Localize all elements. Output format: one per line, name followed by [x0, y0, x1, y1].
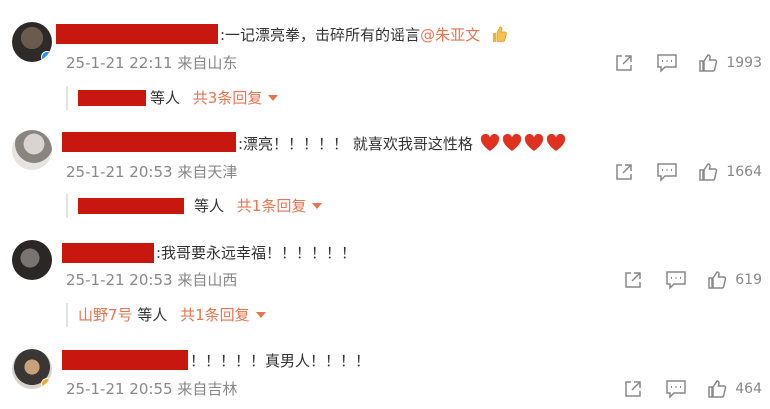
comment-actions: 1993: [614, 52, 762, 74]
comment-meta: 25-1-21 20:53 来自山西: [66, 270, 237, 290]
avatar[interactable]: [12, 240, 52, 280]
share-icon: [616, 164, 633, 180]
like-count: 1664: [726, 164, 762, 180]
location: 来自山东: [177, 54, 238, 72]
heart-icon: [480, 134, 499, 151]
reply-count: 共3条回复: [192, 89, 263, 107]
reply-suffix: 等人: [194, 197, 225, 215]
comment-text: :漂亮！！！！！ 就喜欢我哥这性格: [238, 134, 566, 154]
like-icon: [708, 271, 727, 289]
like-count: 464: [735, 381, 762, 397]
timestamp: 25-1-21 20:55: [66, 380, 173, 398]
reply-suffix: 等人: [137, 306, 168, 324]
like-button[interactable]: 1664: [698, 162, 762, 182]
comment-meta: 25-1-21 20:53 来自天津: [66, 162, 237, 182]
reply-button[interactable]: [665, 379, 687, 399]
share-icon: [616, 55, 633, 71]
view-replies-link[interactable]: 共3条回复: [193, 89, 279, 107]
location: 来自山西: [177, 271, 238, 289]
like-button[interactable]: 1993: [698, 53, 762, 73]
comment-actions: 464: [623, 378, 762, 400]
redacted-username[interactable]: [56, 24, 218, 44]
heart-icon: [546, 134, 565, 151]
share-icon: [625, 381, 642, 397]
comment-body: :一记漂亮拳，击碎所有的谣言: [220, 26, 421, 44]
share-button[interactable]: [614, 162, 634, 182]
location: 来自吉林: [177, 380, 238, 398]
redacted-username[interactable]: [62, 243, 154, 263]
redacted-username: [78, 198, 184, 214]
heart-icon: [524, 134, 543, 151]
comment-body: :漂亮！！！！！ 就喜欢我哥这性格: [238, 135, 473, 153]
reply-suffix: 等人: [150, 89, 181, 107]
chevron-down-icon: [312, 203, 323, 209]
like-count: 619: [735, 272, 762, 288]
comment-actions: 1664: [614, 161, 762, 183]
chevron-down-icon: [268, 95, 279, 101]
like-icon: [708, 380, 727, 398]
redacted-username[interactable]: [62, 132, 236, 152]
location: 来自天津: [177, 163, 238, 181]
comment-text: ！！！！！真男人！！！！: [190, 351, 370, 371]
redacted-username: [78, 90, 146, 106]
reply-button[interactable]: [665, 270, 687, 290]
verified-badge-icon: [41, 378, 52, 389]
comment-icon: [666, 380, 687, 399]
comment-text: :我哥要永远幸福！！！！！！: [156, 243, 356, 263]
timestamp: 25-1-21 20:53: [66, 271, 173, 289]
share-button[interactable]: [623, 379, 643, 399]
comment-icon: [666, 271, 687, 290]
share-button[interactable]: [614, 53, 634, 73]
mention-link[interactable]: @朱亚文: [420, 26, 480, 44]
comment-meta: 25-1-21 20:55 来自吉林: [66, 379, 237, 399]
reply-count: 共1条回复: [236, 197, 307, 215]
reply-summary[interactable]: 等人 共1条回复: [66, 194, 323, 218]
share-icon: [625, 272, 642, 288]
like-count: 1993: [726, 55, 762, 71]
heart-icon: [502, 134, 521, 151]
chevron-down-icon: [255, 312, 266, 318]
view-replies-link[interactable]: 共1条回复: [237, 197, 323, 215]
thumbs-up-icon: [492, 26, 507, 42]
avatar[interactable]: [12, 130, 52, 170]
reply-button[interactable]: [656, 162, 678, 182]
verified-badge-icon: [41, 51, 52, 62]
like-button[interactable]: 619: [707, 270, 762, 290]
comment-meta: 25-1-21 22:11 来自山东: [66, 53, 237, 73]
timestamp: 25-1-21 22:11: [66, 54, 173, 72]
reply-summary[interactable]: 等人 共3条回复: [66, 86, 279, 110]
like-button[interactable]: 464: [707, 379, 762, 399]
comment-body: :我哥要永远幸福！！！！！！: [156, 244, 357, 262]
like-icon: [699, 54, 718, 72]
timestamp: 25-1-21 20:53: [66, 163, 173, 181]
comment-actions: 619: [623, 269, 762, 291]
reply-count: 共1条回复: [180, 306, 250, 324]
reply-username-link[interactable]: 山野7号: [78, 306, 133, 324]
share-button[interactable]: [623, 270, 643, 290]
reply-button[interactable]: [656, 53, 678, 73]
comment-body: ！！！！！真男人！！！！: [190, 352, 371, 370]
avatar[interactable]: [12, 22, 52, 62]
comment-text: :一记漂亮拳，击碎所有的谣言@朱亚文: [220, 24, 509, 45]
comment-icon: [657, 163, 678, 182]
view-replies-link[interactable]: 共1条回复: [180, 306, 266, 324]
avatar[interactable]: [12, 349, 52, 389]
like-icon: [699, 163, 718, 181]
reply-summary[interactable]: 山野7号 等人 共1条回复: [66, 303, 266, 327]
comment-icon: [657, 54, 678, 73]
redacted-username[interactable]: [62, 350, 188, 370]
